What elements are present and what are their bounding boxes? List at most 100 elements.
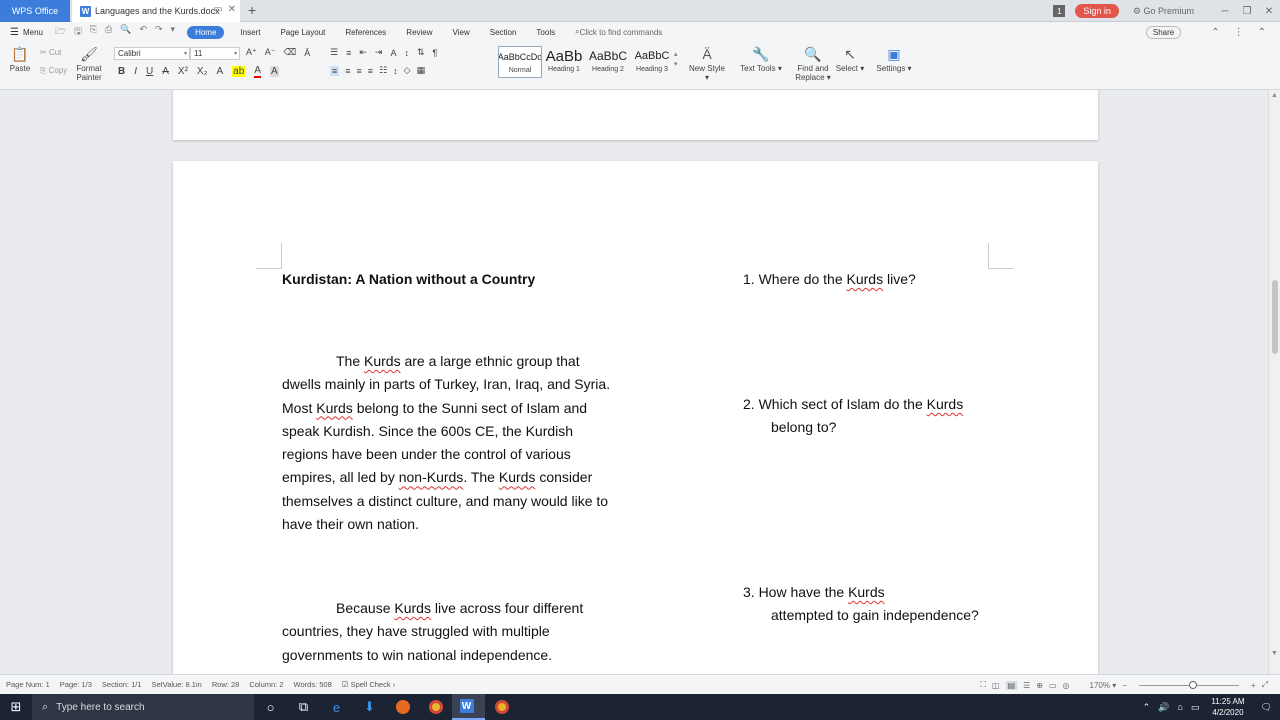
question-1[interactable]: 1. Where do the Kurds live?	[743, 268, 1003, 291]
bullets-icon[interactable]: ☰	[330, 47, 338, 58]
phonetic-guide-icon[interactable]: Ā	[304, 48, 310, 58]
clear-format-icon[interactable]: ⌫	[284, 47, 297, 58]
dual-page-icon[interactable]: ◫	[992, 681, 1000, 690]
italic-icon[interactable]: I	[134, 66, 137, 77]
status-section[interactable]: Section: 1/1	[102, 680, 142, 689]
wps-writer-taskbar-icon[interactable]: W	[452, 694, 485, 720]
status-set-value[interactable]: SetValue: 8.1in	[152, 680, 202, 689]
increase-indent-icon[interactable]: ⇥	[375, 47, 383, 58]
tab-page-layout[interactable]: Page Layout	[280, 28, 325, 37]
copy-button[interactable]: ⎘ Copy	[40, 66, 74, 76]
tab-tools[interactable]: Tools	[536, 28, 555, 37]
clock[interactable]: 11:25 AM 4/2/2020	[1211, 696, 1244, 718]
firefox-icon[interactable]	[386, 694, 419, 720]
spell-flag[interactable]: Kurds	[848, 584, 885, 600]
show-hide-marks-icon[interactable]: ¶	[433, 48, 438, 58]
decrease-indent-icon[interactable]: ⇤	[359, 47, 367, 58]
tab-float-icon[interactable]: ▭	[213, 4, 222, 15]
zoom-out-icon[interactable]: −	[1122, 681, 1127, 690]
shrink-font-icon[interactable]: A⁻	[265, 47, 276, 58]
tab-home[interactable]: Home	[187, 25, 225, 39]
new-tab-plus-icon[interactable]: +	[248, 2, 256, 18]
align-right-icon[interactable]: ≡	[357, 66, 362, 76]
superscript-icon[interactable]: X²	[178, 66, 188, 77]
cut-button[interactable]: ✂ Cut	[40, 48, 66, 57]
select-button[interactable]: ↖ Select ▾	[834, 46, 866, 73]
settings-button[interactable]: ▣ Settings ▾	[874, 46, 914, 73]
scrollbar-thumb[interactable]	[1272, 280, 1278, 354]
share-button[interactable]: Share	[1145, 25, 1182, 39]
style-normal[interactable]: AaBbCcDd Normal	[498, 46, 542, 78]
align-center-icon[interactable]: ≡	[345, 66, 350, 76]
distributed-icon[interactable]: ☷	[379, 65, 387, 76]
char-shading-icon[interactable]: A	[269, 66, 279, 77]
tab-insert[interactable]: Insert	[240, 28, 260, 37]
page-view-icon[interactable]: ▤	[1005, 680, 1018, 690]
font-size-select[interactable]: 11 ▾	[190, 47, 240, 60]
strikethrough-icon[interactable]: A	[162, 66, 169, 77]
chrome-icon[interactable]	[485, 694, 518, 720]
edge-icon[interactable]: e	[320, 694, 353, 720]
text-effects-icon[interactable]: A	[216, 66, 223, 77]
zoom-slider[interactable]	[1138, 680, 1239, 689]
chrome-icon[interactable]	[419, 694, 452, 720]
new-style-button[interactable]: Ä New Style ▾	[686, 46, 728, 82]
paragraph-spacing-icon[interactable]: ⇅	[417, 47, 425, 58]
tab-references[interactable]: References	[345, 28, 386, 37]
redo-icon[interactable]: ↷	[155, 24, 163, 40]
tab-review[interactable]: Review	[406, 28, 432, 37]
spell-flag[interactable]: Kurds	[499, 469, 536, 485]
zoom-slider-knob[interactable]	[1188, 680, 1197, 689]
question-3[interactable]: 3. How have the Kurds attempted to gain …	[743, 581, 1003, 628]
volume-icon[interactable]: 🔊	[1158, 702, 1169, 713]
cortana-icon[interactable]: ○	[254, 694, 287, 720]
quick-access-dropdown-icon[interactable]: ▾	[171, 24, 176, 40]
print-icon[interactable]: ⎙	[105, 24, 112, 40]
status-page-num[interactable]: Page Num: 1	[6, 680, 50, 689]
collapse-ribbon-icon[interactable]: ⌃	[1211, 27, 1219, 38]
spell-flag[interactable]: Kurds	[927, 396, 964, 412]
paragraph-1[interactable]: The Kurds are a large ethnic group that …	[282, 350, 622, 536]
align-left-icon[interactable]: ≡	[330, 65, 340, 76]
highlight-icon[interactable]: ab	[232, 66, 246, 77]
find-commands-search[interactable]: ⌕ Click to find commands	[575, 27, 662, 37]
restore-icon[interactable]: ❐	[1236, 6, 1258, 17]
spell-check-button[interactable]: ☑ Spell Check ›	[342, 680, 395, 689]
eye-protection-icon[interactable]: ◎	[1063, 681, 1070, 690]
main-menu-button[interactable]: ☰ Menu	[10, 27, 43, 38]
go-premium-button[interactable]: ⚙ Go Premium	[1133, 6, 1194, 17]
web-view-icon[interactable]: ⊕	[1036, 681, 1043, 690]
app-tab-wps-office[interactable]: WPS Office	[0, 0, 70, 22]
download-icon[interactable]: ⬇	[353, 694, 386, 720]
style-heading-3[interactable]: AaBbC Heading 3	[630, 46, 674, 78]
document-canvas[interactable]: Kurdistan: A Nation without a Country Th…	[0, 90, 1268, 674]
justify-icon[interactable]: ≡	[368, 66, 373, 76]
notifications-icon[interactable]: 🗨	[1261, 702, 1272, 713]
close-window-icon[interactable]: ✕	[1258, 6, 1280, 17]
battery-icon[interactable]: ▭	[1191, 702, 1200, 713]
network-icon[interactable]: ⌂	[1177, 702, 1182, 712]
spell-flag[interactable]: Kurds	[316, 400, 353, 416]
question-2[interactable]: 2. Which sect of Islam do the Kurds belo…	[743, 393, 1003, 440]
tray-chevron-icon[interactable]: ⌃	[1143, 702, 1151, 713]
open-folder-icon[interactable]: 🗁	[55, 24, 66, 40]
export-icon[interactable]: ⎘	[90, 24, 97, 40]
sign-in-button[interactable]: Sign in	[1075, 4, 1119, 18]
fit-page-icon[interactable]: ⤢	[1262, 680, 1268, 690]
grow-font-icon[interactable]: A⁺	[246, 47, 257, 58]
minimize-icon[interactable]: ─	[1214, 6, 1236, 17]
scroll-down-icon[interactable]: ▼	[1271, 650, 1278, 657]
outline-view-icon[interactable]: ☰	[1023, 681, 1030, 690]
spell-flag[interactable]: Kurds	[364, 353, 401, 369]
document-title[interactable]: Kurdistan: A Nation without a Country	[282, 268, 535, 291]
shading-icon[interactable]: ◇	[404, 65, 411, 76]
tab-close-icon[interactable]: ✕	[228, 4, 236, 15]
zoom-level-select[interactable]: 170% ▾	[1090, 681, 1117, 690]
chinese-layout-icon[interactable]: A	[390, 48, 396, 58]
font-name-select[interactable]: Calibri ▾	[114, 47, 190, 60]
font-color-icon[interactable]: A	[254, 65, 261, 78]
tab-view[interactable]: View	[453, 28, 470, 37]
spell-flag[interactable]: non-Kurds	[399, 469, 464, 485]
zoom-in-icon[interactable]: +	[1251, 681, 1256, 690]
undo-icon[interactable]: ↶	[139, 24, 147, 40]
